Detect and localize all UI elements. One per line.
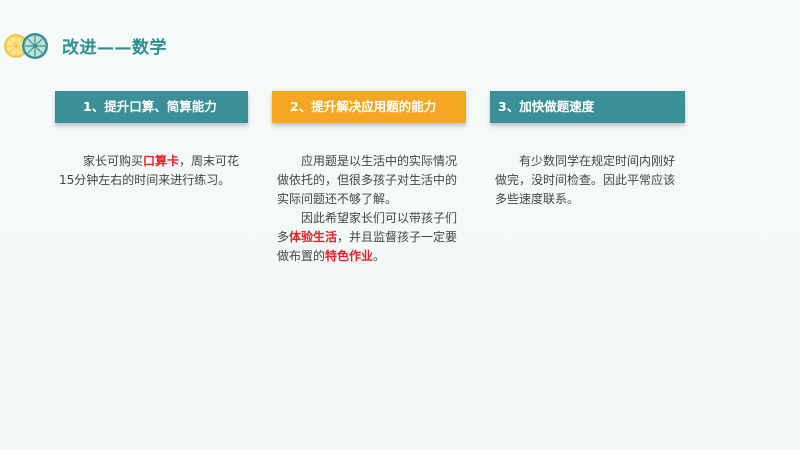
section-header-2-label: 2、提升解决应用题的能力 [290, 99, 437, 114]
paragraph: 应用题是以生活中的实际情况做依托的，但很多孩子对生活中的实际问题还不够了解。 [277, 154, 458, 206]
paragraph: 家长可购买口算卡，周末可花15分钟左右的时间来进行练习。 [59, 154, 240, 187]
highlight-text: 口算卡 [143, 154, 180, 168]
section-header-3: 3、加快做题速度 [490, 91, 685, 123]
paragraph: 有少数同学在规定时间内刚好做完，没时间检查。因此平常应该多些速度联系。 [495, 154, 676, 206]
page-title: 改进——数学 [62, 38, 167, 58]
section-body-1: 家长可购买口算卡，周末可花15分钟左右的时间来进行练习。 [59, 152, 245, 190]
section-body-3: 有少数同学在规定时间内刚好做完，没时间检查。因此平常应该多些速度联系。 [495, 152, 681, 209]
slide: 改进——数学 1、提升口算、简算能力 2、提升解决应用题的能力 3、加快做题速度… [0, 0, 800, 450]
section-body-2: 应用题是以生活中的实际情况做依托的，但很多孩子对生活中的实际问题还不够了解。 因… [277, 152, 463, 266]
citrus-slices-icon [4, 33, 48, 59]
section-header-2: 2、提升解决应用题的能力 [272, 91, 466, 123]
section-header-1-label: 1、提升口算、简算能力 [83, 99, 217, 114]
highlight-text: 体验生活 [289, 230, 338, 244]
section-header-1: 1、提升口算、简算能力 [55, 91, 248, 123]
section-header-3-label: 3、加快做题速度 [498, 99, 595, 114]
paragraph: 因此希望家长们可以带孩子们多体验生活，并且监督孩子一定要做布置的特色作业。 [277, 211, 458, 263]
highlight-text: 特色作业 [325, 249, 374, 263]
